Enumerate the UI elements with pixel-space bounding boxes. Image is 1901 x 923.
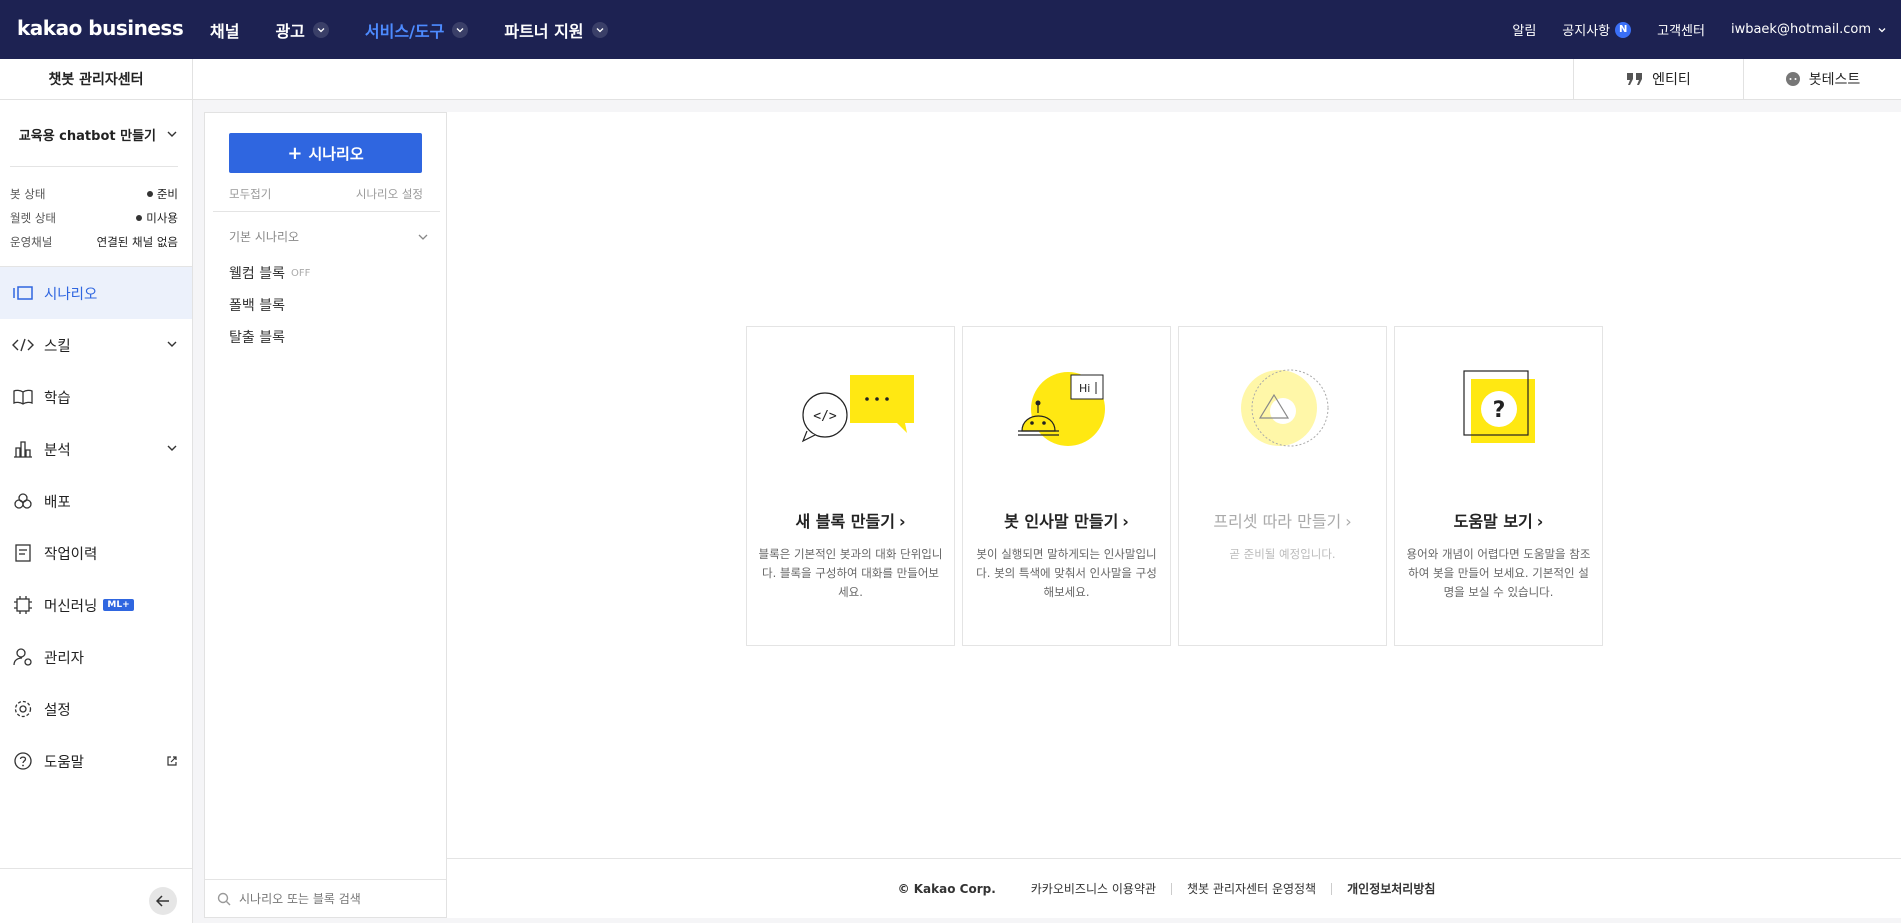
scenario-settings-link[interactable]: 시나리오 설정 xyxy=(356,186,423,202)
chevron-down-icon xyxy=(452,21,469,38)
help-illustration-icon: ? xyxy=(1463,370,1535,443)
copyright: © Kakao Corp. xyxy=(897,881,996,896)
status-dot xyxy=(146,191,153,197)
nav-partner-support[interactable]: 파트너 지원 xyxy=(504,18,608,42)
bot-selector[interactable]: 교육용 chatbot 만들기 xyxy=(10,122,178,146)
nav-right-links: 알림 공지사항 N 고객센터 iwbaek@hotmail.com xyxy=(1486,0,1887,59)
sidebar-item-history[interactable]: 작업이력 xyxy=(0,527,192,579)
top-navigation: kakao business 채널 광고 서비스/도구 파트너 지원 알림 공지… xyxy=(0,0,1901,59)
privacy-link[interactable]: 개인정보처리방침 xyxy=(1332,880,1450,897)
notice-link[interactable]: 공지사항 N xyxy=(1562,20,1632,39)
chevron-down-icon xyxy=(591,21,608,38)
chevron-down-icon xyxy=(312,21,329,38)
code-chat-illustration-icon: </> xyxy=(801,375,914,443)
policy-link[interactable]: 챗봇 관리자센터 운영정책 xyxy=(1172,880,1331,897)
new-badge: N xyxy=(1615,21,1632,38)
sidebar-item-deploy[interactable]: 배포 xyxy=(0,475,192,527)
nav-channel[interactable]: 채널 xyxy=(210,18,239,42)
collapse-all-link[interactable]: 모두접기 xyxy=(229,186,271,202)
terms-link[interactable]: 카카오비즈니스 이용약관 xyxy=(1016,880,1171,897)
quote-icon xyxy=(1627,73,1643,85)
support-link[interactable]: 고객센터 xyxy=(1657,20,1705,39)
scenario-search xyxy=(205,879,446,917)
nav-ads[interactable]: 광고 xyxy=(275,18,329,42)
search-icon xyxy=(217,892,231,905)
chip-icon xyxy=(12,594,34,616)
question-mark-text: ? xyxy=(1493,398,1506,423)
chevron-right-icon: › xyxy=(1536,512,1544,531)
kakao-business-logo[interactable]: kakao business xyxy=(17,16,184,40)
account-menu[interactable]: iwbaek@hotmail.com xyxy=(1731,22,1887,37)
nav-services-tools[interactable]: 서비스/도구 xyxy=(365,18,469,42)
status-dot xyxy=(136,215,143,221)
plus-icon: + xyxy=(287,142,303,164)
chevron-down-icon xyxy=(167,341,177,347)
wallet-status-row: 월렛 상태 미사용 xyxy=(10,211,178,225)
chevron-right-icon: › xyxy=(898,512,906,531)
chevron-right-icon: › xyxy=(1122,512,1129,531)
card-preset[interactable]: 프리셋 따라 만들기 › 곧 준비될 예정입니다. xyxy=(1178,326,1387,646)
sidebar-item-help[interactable]: 도움말 xyxy=(0,735,192,787)
alarm-link[interactable]: 알림 xyxy=(1512,20,1536,39)
chat-bubble-icon xyxy=(1785,72,1800,86)
main-menu: 채널 광고 서비스/도구 파트너 지원 xyxy=(210,0,644,59)
search-input[interactable] xyxy=(239,891,439,906)
external-link-icon xyxy=(167,756,177,766)
scenario-icon xyxy=(12,282,34,304)
question-circle-icon xyxy=(12,750,34,772)
block-welcome[interactable]: 웰컴 블록 OFF xyxy=(229,263,310,283)
chevron-down-icon xyxy=(167,445,177,451)
bot-status-row: 봇 상태 준비 xyxy=(10,187,178,201)
card-help[interactable]: ? 도움말 보기 › 용어와 개념이 어렵다면 도움말을 참조하여 봇을 만들어 … xyxy=(1394,326,1603,646)
main-content: </> 새 블록 만들기 › 블록은 기본적인 봇과의 대화 단위입니다. 블록을… xyxy=(447,112,1901,918)
ml-plus-badge: ML+ xyxy=(103,599,134,611)
sub-header: 챗봇 관리자센터 엔티티 봇테스트 xyxy=(0,59,1901,100)
sidebar-item-skill[interactable]: 스킬 xyxy=(0,319,192,371)
left-sidebar: 교육용 chatbot 만들기 봇 상태 준비 월렛 상태 미사용 운영채널 연… xyxy=(0,100,193,923)
deploy-icon xyxy=(12,490,34,512)
divider xyxy=(0,868,192,869)
history-icon xyxy=(12,542,34,564)
add-scenario-button[interactable]: + 시나리오 xyxy=(229,133,422,173)
chevron-down-icon xyxy=(418,234,428,240)
page-title: 챗봇 관리자센터 xyxy=(0,59,193,99)
scenario-links: 모두접기 시나리오 설정 xyxy=(229,186,423,202)
user-settings-icon xyxy=(12,646,34,668)
off-badge: OFF xyxy=(290,267,311,279)
bot-test-button[interactable]: 봇테스트 xyxy=(1743,59,1901,99)
channel-status-row: 운영채널 연결된 채널 없음 xyxy=(10,235,178,249)
sidebar-item-scenario[interactable]: 시나리오 xyxy=(0,267,192,319)
book-icon xyxy=(12,386,34,408)
collapse-sidebar-button[interactable] xyxy=(149,887,177,915)
entity-button[interactable]: 엔티티 xyxy=(1573,59,1743,99)
hi-bubble-text: Hi xyxy=(1079,382,1090,395)
footer: © Kakao Corp. 카카오비즈니스 이용약관 챗봇 관리자센터 운영정책… xyxy=(447,858,1901,918)
sidebar-item-learning[interactable]: 학습 xyxy=(0,371,192,423)
card-new-block[interactable]: </> 새 블록 만들기 › 블록은 기본적인 봇과의 대화 단위입니다. 블록을… xyxy=(746,326,955,646)
block-fallback[interactable]: 폴백 블록 xyxy=(229,295,285,315)
chevron-down-icon xyxy=(1877,25,1887,35)
sidebar-item-machine-learning[interactable]: 머신러닝 ML+ xyxy=(0,579,192,631)
arrow-left-icon xyxy=(156,895,169,907)
sidebar-item-settings[interactable]: 설정 xyxy=(0,683,192,735)
scenario-panel: + 시나리오 모두접기 시나리오 설정 기본 시나리오 웰컴 블록 OFF 폴백… xyxy=(204,112,447,918)
svg-text:</>: </> xyxy=(813,409,837,424)
block-exit[interactable]: 탈출 블록 xyxy=(229,327,285,347)
code-icon xyxy=(12,334,34,356)
gear-icon xyxy=(12,698,34,720)
preset-illustration-icon xyxy=(1241,369,1329,447)
sidebar-item-admin[interactable]: 관리자 xyxy=(0,631,192,683)
chevron-right-icon: › xyxy=(1345,512,1352,531)
card-bot-greeting[interactable]: Hi 봇 인사말 만들기 › 봇이 실행되면 말하게되는 인사말입니다. 봇의 특… xyxy=(962,326,1171,646)
divider xyxy=(10,166,178,167)
chevron-down-icon xyxy=(167,131,177,137)
bot-greeting-illustration-icon: Hi xyxy=(1018,372,1105,446)
divider xyxy=(213,211,440,212)
sidebar-item-analysis[interactable]: 분석 xyxy=(0,423,192,475)
scenario-group-default[interactable]: 기본 시나리오 xyxy=(229,228,429,245)
bar-chart-icon xyxy=(12,438,34,460)
